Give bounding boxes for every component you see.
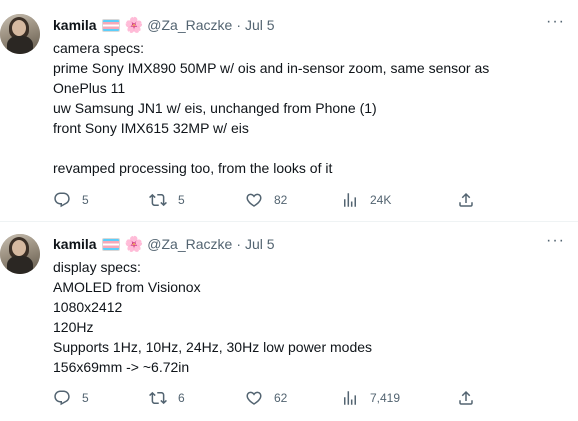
- views-chart-icon: [344, 193, 356, 207]
- retweet-icon: [149, 193, 167, 207]
- tweet-text-blank-line: [53, 138, 563, 158]
- avatar[interactable]: [0, 14, 40, 54]
- reply-icon: [54, 192, 70, 208]
- reply-count: 5: [82, 193, 89, 207]
- tweet-text-line: 120Hz: [53, 319, 94, 335]
- tweet[interactable]: kamila 🌸 @Za_Raczke · Jul 5 ··· camera s…: [0, 0, 578, 222]
- timeline: kamila 🌸 @Za_Raczke · Jul 5 ··· camera s…: [0, 0, 578, 421]
- tweet[interactable]: kamila 🌸 @Za_Raczke · Jul 5 ··· display …: [0, 222, 578, 421]
- tweet-text-line: 156x69mm -> ~6.72in: [53, 359, 190, 375]
- tweet-text-line: prime Sony IMX890 50MP w/ ois and in-sen…: [53, 60, 490, 76]
- tweet-text: camera specs: prime Sony IMX890 50MP w/ …: [53, 38, 563, 178]
- tweet-text-line: display specs:: [53, 259, 141, 275]
- author-name[interactable]: kamila: [53, 236, 97, 252]
- like-button[interactable]: 82: [245, 189, 287, 211]
- reply-count: 5: [82, 391, 89, 405]
- tweet-text-line: Supports 1Hz, 10Hz, 24Hz, 30Hz low power…: [53, 339, 373, 355]
- like-button[interactable]: 62: [245, 387, 287, 409]
- heart-icon: [246, 391, 262, 405]
- avatar[interactable]: [0, 234, 40, 274]
- tweet-text-line: OnePlus 11: [53, 80, 126, 96]
- reply-icon: [54, 390, 70, 406]
- tweet-header: kamila 🌸 @Za_Raczke · Jul 5: [53, 15, 275, 35]
- author-handle[interactable]: @Za_Raczke: [147, 236, 232, 252]
- author-handle[interactable]: @Za_Raczke: [147, 17, 232, 33]
- author-name[interactable]: kamila: [53, 17, 97, 33]
- tweet-header: kamila 🌸 @Za_Raczke · Jul 5: [53, 234, 275, 254]
- retweet-icon: [149, 391, 167, 405]
- tweet-actions: 5 5 82 24K: [53, 189, 493, 211]
- views-count: 7,419: [370, 391, 401, 405]
- cherry-blossom-icon: 🌸: [124, 235, 144, 253]
- views-count: 24K: [370, 193, 392, 207]
- views-button[interactable]: 24K: [341, 189, 391, 211]
- views-button[interactable]: 7,419: [341, 387, 400, 409]
- share-button[interactable]: [457, 387, 475, 409]
- more-icon[interactable]: ···: [546, 233, 564, 254]
- retweet-count: 6: [178, 391, 185, 405]
- tweet-text-line: AMOLED from Visionox: [53, 279, 201, 295]
- trans-flag-icon: [101, 237, 120, 251]
- tweet-actions: 5 6 62 7,419: [53, 387, 493, 409]
- reply-button[interactable]: 5: [53, 189, 89, 211]
- views-chart-icon: [344, 391, 356, 405]
- trans-flag-icon: [101, 18, 120, 32]
- heart-icon: [246, 193, 262, 207]
- share-icon: [459, 192, 473, 207]
- like-count: 62: [274, 391, 288, 405]
- like-count: 82: [274, 193, 288, 207]
- tweet-text-line: uw Samsung JN1 w/ eis, unchanged from Ph…: [53, 100, 377, 116]
- reply-button[interactable]: 5: [53, 387, 89, 409]
- separator-dot: ·: [236, 17, 241, 33]
- tweet-date[interactable]: Jul 5: [245, 17, 275, 33]
- share-icon: [459, 390, 473, 405]
- tweet-text: display specs: AMOLED from Visionox 1080…: [53, 257, 563, 377]
- retweet-count: 5: [178, 193, 185, 207]
- retweet-button[interactable]: 5: [149, 189, 185, 211]
- share-button[interactable]: [457, 189, 475, 211]
- more-icon[interactable]: ···: [546, 14, 564, 35]
- tweet-text-line: 1080x2412: [53, 299, 123, 315]
- cherry-blossom-icon: 🌸: [124, 16, 144, 34]
- tweet-text-line: camera specs:: [53, 40, 145, 56]
- tweet-text-line: revamped processing too, from the looks …: [53, 160, 333, 176]
- tweet-date[interactable]: Jul 5: [245, 236, 275, 252]
- tweet-text-line: front Sony IMX615 32MP w/ eis: [53, 120, 249, 136]
- retweet-button[interactable]: 6: [149, 387, 185, 409]
- separator-dot: ·: [236, 236, 241, 252]
